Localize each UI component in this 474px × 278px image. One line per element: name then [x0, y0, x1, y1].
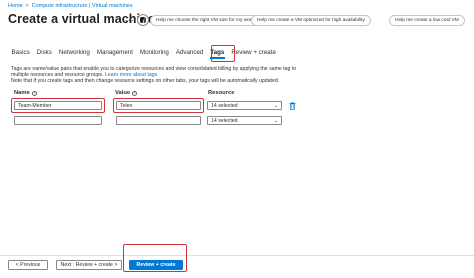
name-header-label: Name: [14, 90, 30, 96]
footer-divider: [0, 255, 474, 256]
resource-select-value: 14 selected: [211, 102, 238, 109]
tab-review-create[interactable]: Review + create: [228, 46, 280, 60]
breadcrumb: Home > Compute infrastructure | Virtual …: [8, 3, 133, 9]
tag-value-highlight: [113, 98, 204, 113]
next-button[interactable]: Next : Review + create >: [56, 260, 122, 270]
new-tag-name-input[interactable]: [14, 116, 102, 125]
resource-header-label: Resource: [208, 90, 235, 96]
description-line-1: Tags are name/value pairs that enable yo…: [11, 66, 297, 72]
review-create-highlight: [123, 244, 187, 272]
copilot-icon[interactable]: [137, 14, 149, 26]
tab-basics[interactable]: Basics: [8, 46, 33, 60]
trash-icon: [289, 101, 295, 110]
suggestion-low-cost-button[interactable]: Help me create a low cost VM: [389, 15, 465, 26]
description-line-2: multiple resources and resource groups.: [11, 72, 104, 79]
chevron-down-icon: ⌄: [273, 117, 278, 124]
tag-resource-select[interactable]: 14 selected ⌄: [207, 101, 282, 110]
tag-name-highlight: [11, 98, 105, 113]
resource-column-header: Resource: [208, 90, 234, 96]
new-tag-value-input[interactable]: [116, 116, 201, 125]
breadcrumb-home[interactable]: Home: [8, 3, 23, 9]
breadcrumb-separator: >: [25, 3, 29, 9]
description-line-3: Note that if you create tags and then ch…: [11, 78, 280, 85]
tab-networking[interactable]: Networking: [55, 46, 93, 60]
name-column-header: Name i: [14, 90, 37, 96]
tab-advanced[interactable]: Advanced: [172, 46, 207, 60]
previous-button[interactable]: < Previous: [8, 260, 48, 270]
value-column-header: Value i: [115, 90, 138, 96]
tab-monitoring[interactable]: Monitoring: [136, 46, 172, 60]
copilot-logo-icon: [140, 17, 146, 23]
info-icon[interactable]: i: [132, 90, 138, 96]
delete-tag-button[interactable]: [288, 101, 296, 110]
tags-tab-highlight: [211, 45, 235, 62]
new-tag-resource-select[interactable]: 14 selected ⌄: [207, 116, 282, 125]
chevron-down-icon: ⌄: [273, 102, 278, 109]
breadcrumb-virtual-machines[interactable]: Compute infrastructure | Virtual machine…: [32, 3, 133, 9]
info-icon[interactable]: i: [31, 90, 37, 96]
value-header-label: Value: [115, 90, 131, 96]
resource-select-value: 14 selected: [211, 117, 238, 124]
learn-more-tags-link[interactable]: Learn more about tags: [105, 72, 157, 78]
tab-management[interactable]: Management: [93, 46, 136, 60]
suggestion-high-availability-button[interactable]: Help me create a VM optimized for high a…: [251, 15, 371, 26]
tab-disks[interactable]: Disks: [33, 46, 55, 60]
more-options-button[interactable]: ...: [125, 14, 135, 23]
tab-bar: Basics Disks Networking Management Monit…: [8, 46, 279, 62]
tags-description: Tags are name/value pairs that enable yo…: [11, 66, 311, 85]
